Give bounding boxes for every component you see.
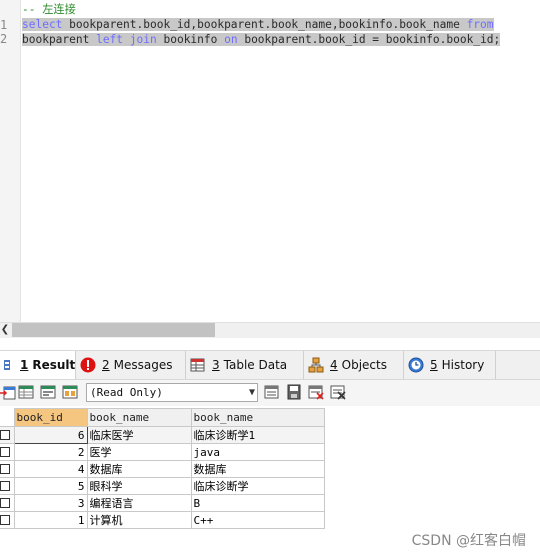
cell-info-book-name[interactable]: java xyxy=(190,443,325,461)
result-grid-icon xyxy=(4,357,14,373)
line-number-gutter: 1 2 xyxy=(0,0,21,322)
tab-table-data-number: 3 xyxy=(212,358,220,372)
save-icon[interactable] xyxy=(286,384,304,402)
tab-objects-label: Objects xyxy=(341,358,387,372)
form-view-icon[interactable] xyxy=(40,384,58,402)
tab-result[interactable]: 1 Result xyxy=(0,351,76,379)
sql-token: bookinfo xyxy=(156,33,225,46)
tab-messages-number: 2 xyxy=(102,358,110,372)
table-row[interactable]: 6 临床医学 临床诊断学1 xyxy=(0,426,325,444)
tab-messages[interactable]: 2 Messages xyxy=(76,351,186,379)
checkbox-icon[interactable] xyxy=(0,430,10,440)
scrollbar-thumb[interactable] xyxy=(12,323,215,337)
row-checkbox[interactable] xyxy=(0,511,15,529)
line-number: 2 xyxy=(0,32,8,46)
text-view-icon[interactable] xyxy=(62,384,80,402)
history-icon xyxy=(408,357,424,373)
cell-book-id[interactable]: 6 xyxy=(13,426,88,444)
cell-info-book-name[interactable]: 数据库 xyxy=(190,460,325,478)
column-header-book-id[interactable]: book_id xyxy=(13,408,88,427)
cell-book-id[interactable]: 5 xyxy=(13,477,88,495)
table-row[interactable]: 5 眼科学 临床诊断学 xyxy=(0,477,325,495)
sql-editor[interactable]: 1 2 -- 左连接 select bookparent.book_id,boo… xyxy=(0,0,540,322)
sql-line-2[interactable]: bookparent left join bookinfo on bookpar… xyxy=(22,33,501,48)
cell-book-id[interactable]: 4 xyxy=(13,460,88,478)
cell-book-name[interactable]: 医学 xyxy=(86,443,192,461)
result-tab-bar: 1 Result 2 Messages 3 Table Data 4 Objec… xyxy=(0,350,540,380)
row-checkbox[interactable] xyxy=(0,443,15,461)
cell-book-id[interactable]: 1 xyxy=(13,511,88,529)
sql-token: bookparent xyxy=(22,33,97,46)
read-only-select[interactable]: (Read Only) ▼ xyxy=(86,383,258,402)
column-header-book-name[interactable]: book_name xyxy=(86,408,192,427)
tab-messages-label: Messages xyxy=(113,358,173,372)
sql-comment-line[interactable]: -- 左连接 xyxy=(22,3,76,18)
column-header-book-name-2[interactable]: book_name xyxy=(190,408,325,427)
grid-toolbar: (Read Only) ▼ xyxy=(0,380,540,406)
tab-objects[interactable]: 4 Objects xyxy=(304,351,404,379)
grid-view-icon[interactable] xyxy=(18,384,36,402)
checkbox-icon[interactable] xyxy=(0,464,10,474)
cancel-changes-icon[interactable] xyxy=(330,384,348,402)
sql-keyword: from xyxy=(466,18,494,31)
tab-history-number: 5 xyxy=(430,358,438,372)
scroll-left-icon[interactable]: ❮ xyxy=(0,322,10,338)
row-checkbox[interactable] xyxy=(0,494,15,512)
cell-info-book-name[interactable]: B xyxy=(190,494,325,512)
table-row[interactable]: 3 编程语言 B xyxy=(0,494,325,512)
line-number: 1 xyxy=(0,18,8,32)
sql-line-1[interactable]: select bookparent.book_id,bookparent.boo… xyxy=(22,18,494,33)
error-icon xyxy=(80,357,96,373)
watermark: CSDN @红客白帽 xyxy=(411,533,526,549)
row-checkbox[interactable] xyxy=(0,426,15,444)
header-corner xyxy=(0,408,14,427)
chevron-down-icon[interactable]: ▼ xyxy=(249,384,255,401)
tab-history[interactable]: 5 History xyxy=(404,351,496,379)
row-checkbox[interactable] xyxy=(0,460,15,478)
table-row[interactable]: 1 计算机 C++ xyxy=(0,511,325,529)
cell-book-name[interactable]: 眼科学 xyxy=(86,477,192,495)
objects-icon xyxy=(308,357,324,373)
row-checkbox[interactable] xyxy=(0,477,15,495)
checkbox-icon[interactable] xyxy=(0,515,10,525)
read-only-select-value: (Read Only) xyxy=(90,386,163,399)
table-row[interactable]: 2 医学 java xyxy=(0,443,325,461)
cell-info-book-name[interactable]: C++ xyxy=(190,511,325,529)
tab-result-label: Result xyxy=(32,358,76,372)
delete-rows-icon[interactable] xyxy=(308,384,326,402)
cell-info-book-name[interactable]: 临床诊断学 xyxy=(190,477,325,495)
cell-book-id[interactable]: 2 xyxy=(13,443,88,461)
table-row[interactable]: 4 数据库 数据库 xyxy=(0,460,325,478)
checkbox-icon[interactable] xyxy=(0,447,10,457)
cell-info-book-name[interactable]: 临床诊断学1 xyxy=(190,426,325,444)
sql-token: bookparent.book_id = bookinfo.book_id; xyxy=(237,33,501,46)
tab-result-number: 1 xyxy=(20,358,29,372)
horizontal-scrollbar[interactable]: ❮ xyxy=(0,322,540,338)
tab-table-data-label: Table Data xyxy=(223,358,288,372)
table-data-icon xyxy=(190,357,206,373)
tab-table-data[interactable]: 3 Table Data xyxy=(186,351,304,379)
sql-token: bookparent.book_id,bookparent.book_name,… xyxy=(62,18,467,31)
cell-book-id[interactable]: 3 xyxy=(13,494,88,512)
checkbox-icon[interactable] xyxy=(0,498,10,508)
sql-keyword: select xyxy=(22,18,63,31)
save-rows-icon[interactable] xyxy=(264,384,282,402)
tab-history-label: History xyxy=(441,358,485,372)
sql-keyword: on xyxy=(224,33,238,46)
cell-book-name[interactable]: 临床医学 xyxy=(86,426,192,444)
cell-book-name[interactable]: 数据库 xyxy=(86,460,192,478)
tab-objects-number: 4 xyxy=(330,358,338,372)
sql-keyword: left xyxy=(96,33,124,46)
checkbox-icon[interactable] xyxy=(0,481,10,491)
result-grid[interactable]: book_id book_name book_name 6 临床医学 临床诊断学1 2… xyxy=(0,408,325,529)
sql-keyword: join xyxy=(129,33,157,46)
cell-book-name[interactable]: 编程语言 xyxy=(86,494,192,512)
grid-header-row: book_id book_name book_name xyxy=(0,408,325,427)
export-icon[interactable] xyxy=(0,384,18,402)
cell-book-name[interactable]: 计算机 xyxy=(86,511,192,529)
